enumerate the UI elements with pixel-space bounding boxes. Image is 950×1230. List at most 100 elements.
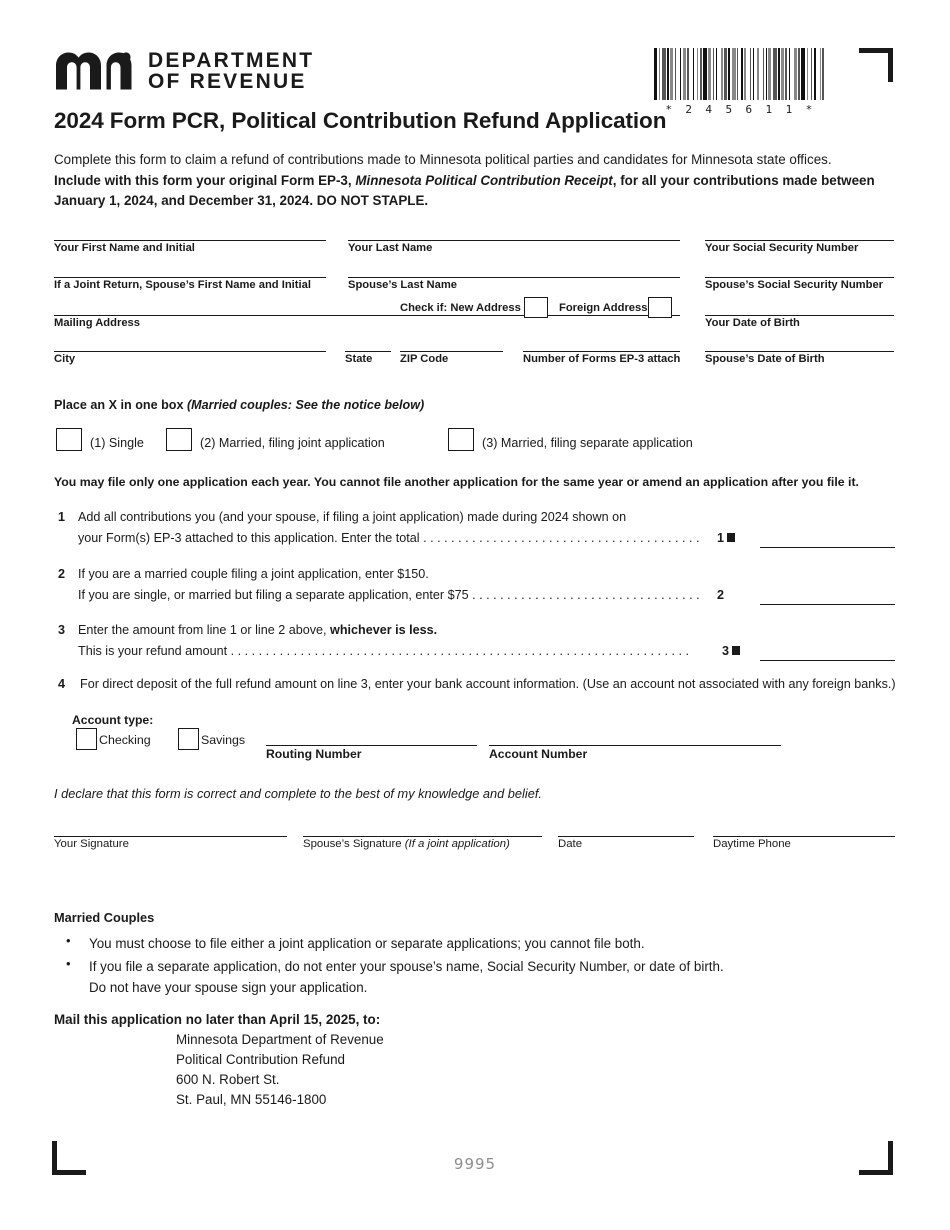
field-last-name[interactable]: Your Last Name (348, 240, 680, 254)
field-spouse-last-name[interactable]: Spouse’s Last Name (348, 277, 680, 291)
field-spouse-ssn[interactable]: Spouse’s Social Security Number (705, 277, 894, 291)
mailing-heading: Mail this application no later than Apri… (54, 1012, 381, 1027)
line-1-answer-input[interactable] (760, 547, 895, 548)
line-3-answer-input[interactable] (760, 660, 895, 661)
mn-wordmark-logo-icon (56, 52, 132, 90)
agency-name-line1: DEPARTMENT (148, 49, 315, 72)
mailing-address-line-4: St. Paul, MN 55146-1800 (176, 1092, 327, 1107)
line-3-text-row1: Enter the amount from line 1 or line 2 a… (78, 623, 437, 637)
field-label: Your Social Security Number (705, 242, 859, 254)
filing-status-heading: Place an X in one box (Married couples: … (54, 398, 424, 412)
foreign-address-label: Foreign Address (559, 302, 648, 314)
field-city[interactable]: City (54, 351, 326, 365)
field-forms-ep3-attached[interactable]: Number of Forms EP-3 attached (523, 351, 680, 365)
field-label: Your Signature (54, 838, 129, 850)
form-barcode: * 2 4 5 6 1 1 * (654, 48, 827, 116)
field-your-signature[interactable]: Your Signature (54, 836, 287, 850)
field-label: Daytime Phone (713, 838, 791, 850)
line-4-number: 4 (58, 677, 66, 691)
savings-checkbox[interactable] (178, 728, 199, 750)
intro-line3: January 1, 2024, and December 31, 2024. … (54, 193, 429, 208)
intro-line2-a: Include with this form your original For… (54, 172, 356, 188)
page-title: 2024 Form PCR, Political Contribution Re… (54, 108, 667, 133)
field-label: Your Last Name (348, 242, 433, 254)
field-label: Spouse’s Last Name (348, 279, 458, 291)
intro-line2-b: , for all your contributions made betwee… (612, 172, 875, 188)
checking-label: Checking (99, 733, 151, 747)
field-state[interactable]: State (345, 351, 391, 365)
field-label: If a Joint Return, Spouse’s First Name a… (54, 279, 311, 291)
declaration-text: I declare that this form is correct and … (54, 786, 542, 801)
married-couples-heading: Married Couples (54, 910, 155, 925)
barcode-number: * 2 4 5 6 1 1 * (665, 103, 816, 116)
field-label: Spouse’s Signature (If a joint applicati… (303, 837, 542, 850)
line-3-number: 3 (58, 623, 66, 637)
field-zip[interactable]: ZIP Code (400, 351, 503, 365)
field-spouse-signature[interactable]: Spouse’s Signature (If a joint applicati… (303, 836, 542, 850)
field-label: State (345, 353, 373, 365)
filing-status-label-separate: (3) Married, filing separate application (482, 436, 693, 450)
intro-paragraph: Complete this form to claim a refund of … (54, 150, 899, 212)
filing-status-checkbox-separate[interactable] (448, 428, 474, 451)
savings-label: Savings (201, 733, 246, 747)
married-couples-bullet-2: If you file a separate application, do n… (89, 959, 724, 974)
field-label: Number of Forms EP-3 attached (523, 353, 680, 365)
line-2-number: 2 (58, 567, 66, 581)
agency-logo: DEPARTMENT OF REVENUE (54, 50, 314, 92)
field-date[interactable]: Date (558, 836, 694, 850)
line-2-answer-input[interactable] (760, 604, 895, 605)
account-type-label: Account type: (72, 713, 154, 727)
new-address-checkbox[interactable] (524, 297, 548, 318)
agency-name: DEPARTMENT OF REVENUE (148, 50, 314, 92)
agency-name-line2: OF REVENUE (148, 70, 307, 93)
field-routing-number[interactable]: Routing Number (266, 745, 477, 761)
filing-status-checkbox-single[interactable] (56, 428, 82, 451)
page-number: 9995 (453, 1155, 497, 1173)
field-label: Your First Name and Initial (54, 242, 195, 254)
bullet-icon-1: • (66, 933, 71, 948)
barcode-icon (654, 48, 827, 100)
field-label: ZIP Code (400, 353, 449, 365)
field-label: Date (558, 838, 583, 850)
mailing-address-line-2: Political Contribution Refund (176, 1052, 345, 1067)
line-1-square-icon (727, 533, 736, 542)
spouse-signature-italic: (If a joint application) (404, 838, 510, 850)
field-mailing-address[interactable]: Mailing Address (54, 315, 680, 329)
intro-line2-italic: Minnesota Political Contribution Receipt (355, 172, 613, 188)
form-page: DEPARTMENT OF REVENUE * 2 4 5 6 1 1 * 20… (0, 0, 950, 1230)
line-4-text: For direct deposit of the full refund am… (80, 677, 896, 691)
filing-status-label-single: (1) Single (90, 436, 144, 450)
field-ssn[interactable]: Your Social Security Number (705, 240, 894, 254)
field-spouse-date-of-birth[interactable]: Spouse’s Date of Birth (705, 351, 894, 365)
new-address-label: Check if: New Address (400, 302, 521, 314)
line-2-text-row2: If you are single, or married but filing… (78, 588, 700, 602)
mailing-address-line-1: Minnesota Department of Revenue (176, 1032, 384, 1047)
field-label: Mailing Address (54, 317, 140, 329)
filing-status-heading-italic: (Married couples: See the notice below) (186, 398, 425, 412)
line-3-text-plain: Enter the amount from line 1 or line 2 a… (78, 623, 331, 637)
field-spouse-first-name[interactable]: If a Joint Return, Spouse’s First Name a… (54, 277, 326, 291)
field-label: Spouse’s Social Security Number (705, 279, 884, 291)
foreign-address-checkbox[interactable] (648, 297, 672, 318)
field-label: Routing Number (266, 747, 362, 761)
filing-status-label-joint: (2) Married, filing joint application (200, 436, 385, 450)
filing-status-checkbox-joint[interactable] (166, 428, 192, 451)
field-daytime-phone[interactable]: Daytime Phone (713, 836, 895, 850)
married-couples-bullet-1: You must choose to file either a joint a… (89, 936, 645, 951)
bullet-icon-2: • (66, 956, 71, 971)
field-date-of-birth[interactable]: Your Date of Birth (705, 315, 894, 329)
line-3-answer-number: 3 (722, 644, 741, 658)
line-1-text-row1: Add all contributions you (and your spou… (78, 510, 627, 524)
line-3-text-row2: This is your refund amount . . . . . . .… (78, 644, 689, 658)
mailing-address-line-3: 600 N. Robert St. (176, 1072, 280, 1087)
field-first-name[interactable]: Your First Name and Initial (54, 240, 326, 254)
line-3-square-icon (732, 646, 741, 655)
one-application-notice: You may file only one application each y… (54, 475, 859, 489)
field-label: City (54, 353, 76, 365)
checking-checkbox[interactable] (76, 728, 97, 750)
filing-status-heading-plain: Place an X in one box (54, 398, 187, 412)
field-account-number[interactable]: Account Number (489, 745, 781, 761)
field-label: Your Date of Birth (705, 317, 800, 329)
spouse-signature-plain: Spouse’s Signature (303, 838, 405, 850)
married-couples-bullet-2-continuation: Do not have your spouse sign your applic… (89, 980, 368, 995)
